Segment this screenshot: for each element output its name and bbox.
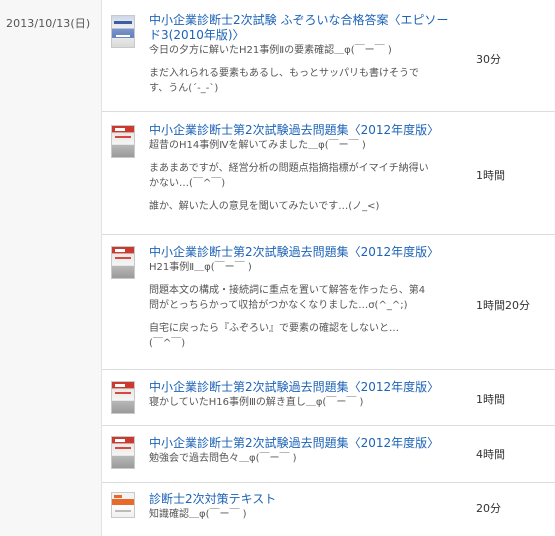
study-time: 1時間 bbox=[476, 169, 505, 182]
book-cover-text-icon[interactable] bbox=[111, 492, 135, 518]
date-column: 2013/10/13(日) bbox=[0, 0, 102, 536]
study-log-entry: 中小企業診断士第2次試験過去問題集〈2012年度版〉 H21事例Ⅱ＿φ(￣ー￣ … bbox=[102, 235, 555, 370]
book-title-line: 中小企業診断士第2次試験過去問題集〈2012年度版〉 bbox=[149, 245, 440, 259]
book-cover-fuzoroi-icon[interactable] bbox=[111, 15, 135, 48]
comment-text: 寝かしていたH16事例Ⅲの解き直し＿φ(￣ー￣ ) bbox=[149, 397, 364, 408]
book-title-link[interactable]: 中小企業診断士2次試験 ふぞろいな合格答案〈エピソー ド3(2010年版)〉 bbox=[149, 13, 469, 43]
book-title-line: 中小企業診断士第2次試験過去問題集〈2012年度版〉 bbox=[149, 436, 440, 450]
book-title-link[interactable]: 中小企業診断士第2次試験過去問題集〈2012年度版〉 bbox=[149, 436, 469, 451]
study-log-entries: 中小企業診断士2次試験 ふぞろいな合格答案〈エピソー ド3(2010年版)〉 今… bbox=[102, 0, 555, 536]
comment-line: まあまあですが、経営分析の問題点指摘指標がイマイチ納得い bbox=[149, 163, 429, 174]
book-title-line: 中小企業診断士第2次試験過去問題集〈2012年度版〉 bbox=[149, 380, 440, 394]
book-cover-kakomon-icon[interactable] bbox=[111, 246, 135, 279]
study-log-entry: 中小企業診断士第2次試験過去問題集〈2012年度版〉 勉強会で過去問色々＿φ(￣… bbox=[102, 426, 555, 483]
book-title-link[interactable]: 診断士2次対策テキスト bbox=[149, 492, 469, 507]
comment-text: まあまあですが、経営分析の問題点指摘指標がイマイチ納得い かない…(￣^￣) bbox=[149, 161, 469, 191]
book-title-line: ド3(2010年版)〉 bbox=[149, 28, 245, 42]
study-time: 4時間 bbox=[476, 448, 505, 461]
comment-text: 誰か、解いた人の意見を聞いてみたいです…(ノ_<) bbox=[149, 201, 380, 212]
study-time: 1時間20分 bbox=[476, 299, 530, 312]
comment-line: 自宅に戻ったら『ふぞろい』で要素の確認をしないと… bbox=[149, 323, 399, 334]
comment-line: す、うん(´-_-`) bbox=[149, 83, 219, 94]
comment-text: まだ入れられる要素もあるし、もっとサッパリも書けそうで す、うん(´-_-`) bbox=[149, 66, 469, 96]
book-title-link[interactable]: 中小企業診断士第2次試験過去問題集〈2012年度版〉 bbox=[149, 380, 469, 395]
book-title-line: 中小企業診断士2次試験 ふぞろいな合格答案〈エピソー bbox=[149, 13, 449, 27]
study-time: 20分 bbox=[476, 502, 501, 515]
comment-text: 自宅に戻ったら『ふぞろい』で要素の確認をしないと… (￣^￣) bbox=[149, 321, 469, 351]
comment-text: H21事例Ⅱ＿φ(￣ー￣ ) bbox=[149, 262, 252, 273]
comment-text: 知識確認＿φ(￣ー￣ ) bbox=[149, 509, 247, 520]
study-log-entry: 診断士2次対策テキスト 知識確認＿φ(￣ー￣ ) 20分 bbox=[102, 483, 555, 536]
study-time: 1時間 bbox=[476, 393, 505, 406]
book-title-line: 中小企業診断士第2次試験過去問題集〈2012年度版〉 bbox=[149, 123, 440, 137]
book-title-line: 診断士2次対策テキスト bbox=[149, 492, 277, 506]
comment-line: まだ入れられる要素もあるし、もっとサッパリも書けそうで bbox=[149, 68, 419, 79]
study-log-entry: 中小企業診断士2次試験 ふぞろいな合格答案〈エピソー ド3(2010年版)〉 今… bbox=[102, 0, 555, 112]
book-cover-kakomon-icon[interactable] bbox=[111, 125, 135, 158]
study-log-entry: 中小企業診断士第2次試験過去問題集〈2012年度版〉 寝かしていたH16事例Ⅲの… bbox=[102, 370, 555, 426]
book-cover-kakomon-icon[interactable] bbox=[111, 381, 135, 414]
comment-text: 超昔のH14事例Ⅳを解いてみました＿φ(￣ー￣ ) bbox=[149, 140, 366, 151]
study-log-entry: 中小企業診断士第2次試験過去問題集〈2012年度版〉 超昔のH14事例Ⅳを解いて… bbox=[102, 112, 555, 235]
book-cover-kakomon-icon[interactable] bbox=[111, 436, 135, 469]
comment-line: 問題本文の構成・接続詞に重点を置いて解答を作ったら、第4 bbox=[149, 285, 426, 296]
comment-line: かない…(￣^￣) bbox=[149, 178, 226, 189]
comment-text: 勉強会で過去問色々＿φ(￣ー￣ ) bbox=[149, 453, 297, 464]
study-time: 30分 bbox=[476, 53, 501, 66]
book-title-link[interactable]: 中小企業診断士第2次試験過去問題集〈2012年度版〉 bbox=[149, 245, 469, 260]
comment-text: 問題本文の構成・接続詞に重点を置いて解答を作ったら、第4 問がとっちらかって収拾… bbox=[149, 283, 469, 313]
study-date: 2013/10/13(日) bbox=[6, 17, 91, 30]
comment-line: (￣^￣) bbox=[149, 338, 186, 349]
comment-text: 今日の夕方に解いたH21事例Ⅱの要素確認＿φ(￣ー￣ ) bbox=[149, 45, 392, 56]
book-title-link[interactable]: 中小企業診断士第2次試験過去問題集〈2012年度版〉 bbox=[149, 123, 469, 138]
comment-line: 問がとっちらかって収拾がつかなくなりました…σ(^_^;) bbox=[149, 300, 408, 311]
